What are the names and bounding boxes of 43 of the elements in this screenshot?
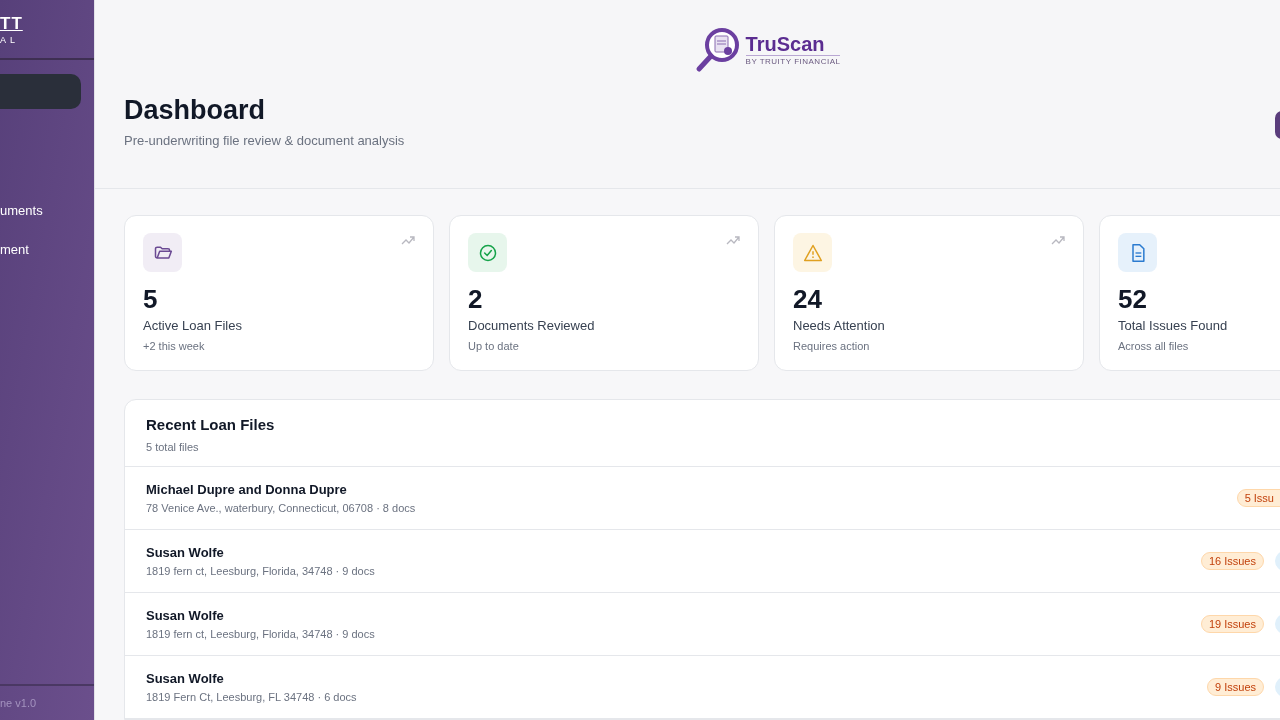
stat-value: 52	[1118, 284, 1148, 314]
logo-tagline: BY TRUITY FINANCIAL	[745, 54, 841, 66]
borrower-name[interactable]: Susan Wolfe	[146, 608, 375, 623]
stat-note: Requires action	[793, 340, 871, 352]
warning-icon	[793, 233, 832, 272]
issues-badge: 16 Issues	[1200, 552, 1264, 570]
stat-note: Across all files	[1118, 340, 1190, 352]
file-row[interactable]: Susan Wolfe 1819 fern ct, Leesburg, Florida, 34748 · 9 docs 19 Issues	[125, 593, 1280, 656]
brand-text: TT	[0, 15, 24, 33]
nav-item[interactable]: ment	[0, 230, 94, 269]
file-details: 78 Venice Ave., waterbury, Connecticut, 06708 · 8 docs	[146, 502, 416, 514]
page-title: Dashboard	[124, 94, 267, 127]
nav-item[interactable]	[0, 74, 81, 109]
stat-note: +2 this week	[143, 340, 206, 352]
file-details: 1819 fern ct, Leesburg, Florida, 34748 · 9 docs	[146, 565, 375, 577]
stat-value: 5	[143, 284, 159, 314]
logo-title: TruScan	[745, 32, 825, 55]
issues-badge: 9 Issues	[1207, 678, 1264, 696]
borrower-name[interactable]: Susan Wolfe	[146, 545, 375, 560]
issues-badge: 5 Issu	[1236, 489, 1280, 507]
file-row[interactable]: Susan Wolfe 1819 Fern Ct, Leesburg, FL 34748 · 6 docs 9 Issues	[125, 656, 1280, 719]
version-text: ne v1.0	[0, 697, 37, 709]
file-details: 1819 Fern Ct, Leesburg, FL 34748 · 6 docs	[146, 691, 357, 703]
document-icon	[1118, 233, 1157, 272]
stat-label: Active Loan Files	[143, 318, 243, 333]
issues-badge: 19 Issues	[1200, 615, 1264, 633]
stat-label: Needs Attention	[793, 318, 886, 333]
file-row[interactable]: Michael Dupre and Donna Dupre 78 Venice Ave., waterbury, Connecticut, 06708 · 8 docs 5 Issu	[125, 467, 1280, 530]
borrower-name[interactable]: Susan Wolfe	[146, 671, 357, 686]
stat-note: Up to date	[468, 340, 520, 352]
stat-value: 24	[793, 284, 823, 314]
brand-text: AL	[0, 35, 20, 45]
file-count: 5 total files	[146, 441, 200, 453]
panel-title: Recent Loan Files	[146, 416, 276, 434]
stat-label: Documents Reviewed	[468, 318, 596, 333]
page-subtitle: Pre-underwriting file review & document analysis	[124, 133, 405, 148]
folder-icon	[143, 233, 182, 272]
borrower-name[interactable]: Michael Dupre and Donna Dupre	[146, 482, 416, 497]
file-row[interactable]: Susan Wolfe 1819 fern ct, Leesburg, Florida, 34748 · 9 docs 16 Issues	[125, 530, 1280, 593]
stat-value: 2	[468, 284, 484, 314]
stat-label: Total Issues Found	[1118, 318, 1229, 333]
file-details: 1819 fern ct, Leesburg, Florida, 34748 · 9 docs	[146, 628, 375, 640]
nav-item[interactable]: uments	[0, 191, 94, 230]
